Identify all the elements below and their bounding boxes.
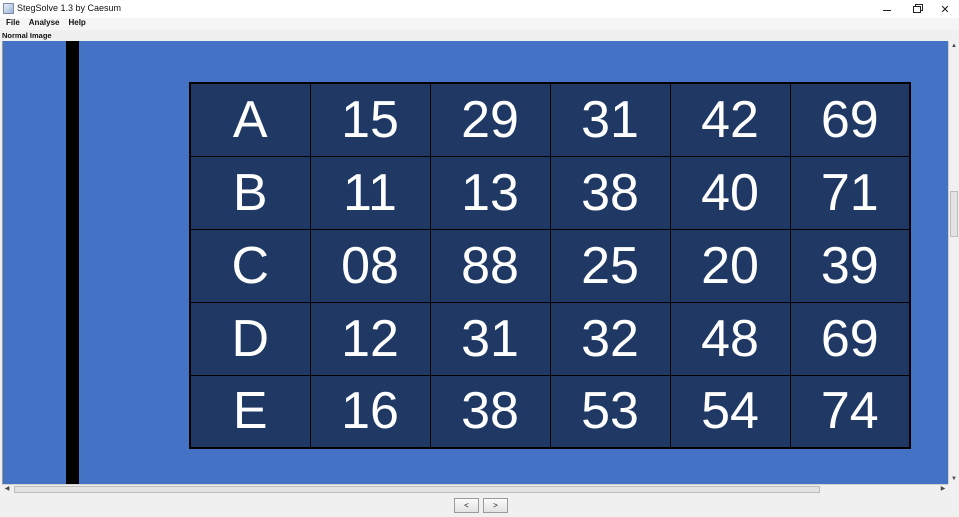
menu-analyse[interactable]: Analyse: [26, 18, 63, 30]
number-grid: A 15 29 31 42 69 B 11 13 38 40 71 C 08 8…: [189, 82, 911, 449]
grid-cell: B: [189, 155, 311, 230]
grid-row: B 11 13 38 40 71: [189, 155, 911, 230]
grid-cell: 08: [309, 228, 431, 303]
maximize-button[interactable]: [902, 0, 932, 18]
black-bar: [66, 41, 79, 484]
grid-cell: C: [189, 228, 311, 303]
view-mode-label: Normal Image: [2, 31, 52, 40]
minimize-icon: [883, 9, 891, 11]
menu-file[interactable]: File: [3, 18, 23, 30]
grid-cell: 16: [309, 374, 431, 449]
minimize-button[interactable]: [872, 0, 902, 18]
scroll-corner: [948, 484, 959, 494]
grid-cell: 12: [309, 301, 431, 376]
grid-row: A 15 29 31 42 69: [189, 82, 911, 157]
vertical-scroll-thumb[interactable]: [950, 191, 958, 237]
grid-cell: 31: [549, 82, 671, 157]
horizontal-scroll-thumb[interactable]: [14, 486, 820, 493]
grid-cell: 69: [789, 82, 911, 157]
title-bar: StegSolve 1.3 by Caesum ✕: [0, 0, 959, 18]
grid-cell: 38: [429, 374, 551, 449]
stegsolve-window: StegSolve 1.3 by Caesum ✕ File Analyse H…: [0, 0, 959, 517]
grid-row: D 12 31 32 48 69: [189, 301, 911, 376]
scroll-right-icon[interactable]: ▶: [938, 485, 948, 495]
grid-cell: 25: [549, 228, 671, 303]
grid-cell: 29: [429, 82, 551, 157]
grid-cell: 48: [669, 301, 791, 376]
grid-row: E 16 38 53 54 74: [189, 374, 911, 449]
grid-cell: 13: [429, 155, 551, 230]
grid-cell: D: [189, 301, 311, 376]
grid-cell: 32: [549, 301, 671, 376]
grid-cell: 42: [669, 82, 791, 157]
next-plane-button[interactable]: >: [483, 498, 508, 513]
grid-cell: 20: [669, 228, 791, 303]
scroll-up-icon[interactable]: ▲: [949, 41, 959, 51]
grid-row: C 08 88 25 20 39: [189, 228, 911, 303]
restore-icon: [913, 5, 921, 13]
menu-help[interactable]: Help: [65, 18, 88, 30]
grid-cell: E: [189, 374, 311, 449]
grid-cell: 39: [789, 228, 911, 303]
grid-cell: A: [189, 82, 311, 157]
close-icon: ✕: [940, 3, 950, 16]
grid-cell: 38: [549, 155, 671, 230]
image-canvas: A 15 29 31 42 69 B 11 13 38 40 71 C 08 8…: [2, 41, 948, 484]
previous-plane-button[interactable]: <: [454, 498, 479, 513]
scroll-left-icon[interactable]: ◀: [2, 485, 12, 495]
close-button[interactable]: ✕: [930, 0, 959, 18]
app-icon: [3, 3, 14, 14]
grid-cell: 40: [669, 155, 791, 230]
grid-cell: 71: [789, 155, 911, 230]
grid-cell: 74: [789, 374, 911, 449]
grid-cell: 15: [309, 82, 431, 157]
grid-cell: 88: [429, 228, 551, 303]
grid-cell: 11: [309, 155, 431, 230]
grid-cell: 69: [789, 301, 911, 376]
grid-cell: 54: [669, 374, 791, 449]
menu-bar: File Analyse Help: [0, 18, 959, 30]
vertical-scrollbar[interactable]: ▲ ▼: [948, 41, 959, 484]
horizontal-scrollbar[interactable]: ◀ ▶: [2, 484, 948, 494]
window-title: StegSolve 1.3 by Caesum: [17, 3, 122, 13]
grid-cell: 53: [549, 374, 671, 449]
scroll-down-icon[interactable]: ▼: [949, 474, 959, 484]
grid-cell: 31: [429, 301, 551, 376]
